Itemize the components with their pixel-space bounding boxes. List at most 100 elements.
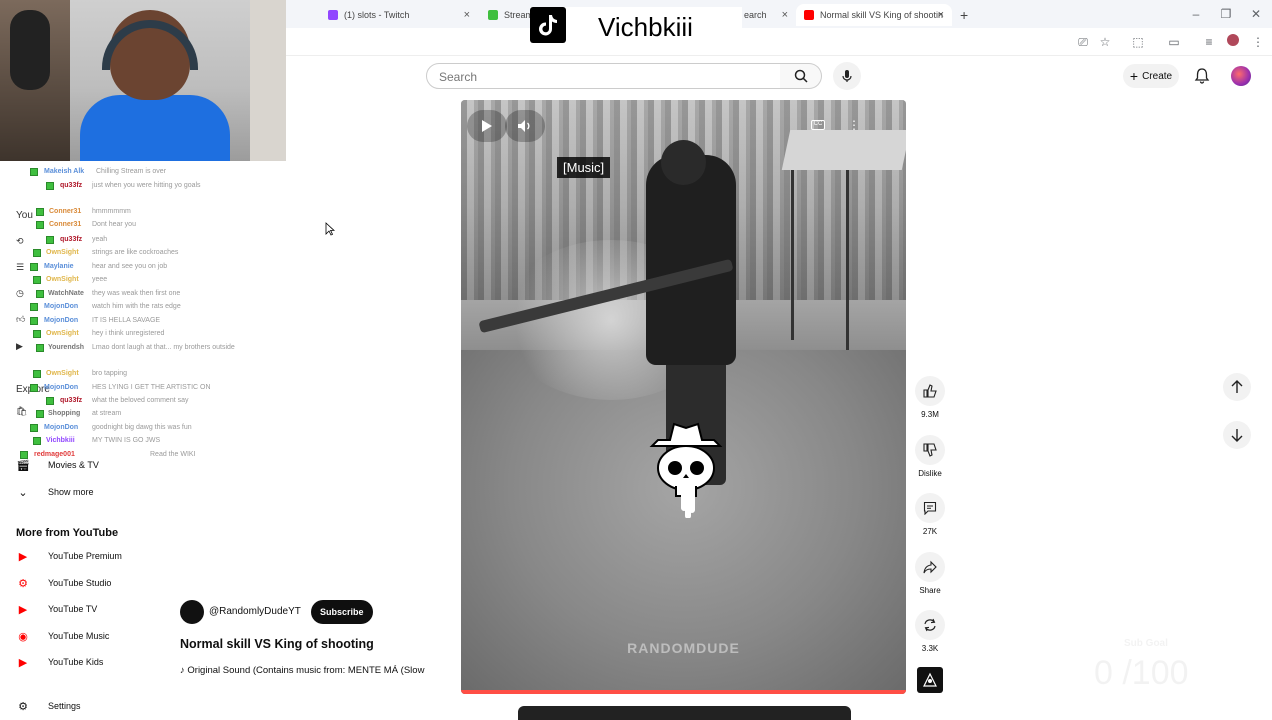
bookmark-star-icon[interactable]: ☆	[1097, 34, 1113, 50]
dislike-button[interactable]: Dislike	[915, 435, 945, 478]
sidebar-item-label: Settings	[48, 701, 81, 711]
canopy-tent	[781, 130, 906, 170]
previous-short-button[interactable]	[1223, 373, 1251, 401]
thumbs-down-icon	[923, 443, 937, 457]
split-view-icon[interactable]: ▭	[1166, 34, 1182, 50]
sidebar-item-youtube-tv[interactable]: ▶ YouTube TV	[16, 599, 97, 619]
chat-username: redmage001	[34, 451, 75, 458]
chat-text: yeah	[92, 236, 108, 243]
sidebar-item-youtube-studio[interactable]: ⚙ YouTube Studio	[16, 573, 111, 593]
yt-tv-icon: ▶	[18, 603, 28, 616]
chat-username: OwnSight	[46, 276, 79, 283]
chat-message: Conner31 hmmmmmm	[0, 206, 240, 219]
chat-username: WatchNate	[48, 290, 84, 297]
chat-badge-icon	[30, 384, 38, 392]
subscribe-button[interactable]: Subscribe	[311, 600, 373, 624]
stream-icon	[488, 10, 498, 20]
sound-thumbnail-icon	[923, 672, 937, 687]
chat-text: HES LYING I GET THE ARTISTIC ON	[92, 384, 211, 391]
chat-text: just when you were hitting yo goals	[92, 182, 201, 189]
chat-message: redmage001 Read the WIKI	[0, 449, 240, 462]
chat-badge-icon	[20, 451, 28, 459]
close-window-icon[interactable]: ✕	[1248, 6, 1264, 22]
browser-menu-icon[interactable]: ⋮	[1250, 34, 1266, 50]
sound-thumbnail-button[interactable]	[915, 667, 945, 693]
volume-button[interactable]	[505, 110, 545, 142]
tab-youtube[interactable]: Normal skill VS King of shootin ×	[796, 4, 952, 26]
close-tab-icon[interactable]: ×	[938, 9, 944, 21]
chat-username: qu33fz	[60, 182, 83, 189]
like-button[interactable]: 9.3M	[915, 376, 945, 419]
chat-text: bro tapping	[92, 370, 128, 377]
chat-username: Conner31	[49, 208, 82, 215]
mouse-cursor-icon	[325, 222, 335, 236]
channel-name[interactable]: @RandomlyDudeYT	[209, 606, 301, 617]
close-tab-icon[interactable]: ×	[782, 9, 788, 21]
chat-text: what the beloved comment say	[92, 397, 189, 404]
chat-badge-icon	[33, 276, 41, 284]
minimize-icon[interactable]: –	[1188, 6, 1204, 22]
sidebar-item-label: YouTube Music	[48, 631, 110, 641]
sidebar-show-more[interactable]: ⌄ Show more	[16, 482, 94, 502]
chat-text: yeee	[92, 276, 108, 283]
sidebar-item-youtube-music[interactable]: ◉ YouTube Music	[16, 626, 109, 646]
account-avatar[interactable]	[1231, 66, 1251, 86]
sidebar-item-youtube-kids[interactable]: ▶ YouTube Kids	[16, 652, 104, 672]
media-icon[interactable]: ≡	[1201, 34, 1217, 50]
chat-text: IT IS HELLA SAVAGE	[92, 317, 161, 324]
channel-avatar[interactable]	[180, 600, 204, 624]
chat-username: Shopping	[48, 410, 81, 417]
video-title[interactable]: Normal skill VS King of shooting	[180, 637, 374, 651]
more-options-icon[interactable]: ⋮	[848, 118, 860, 132]
new-tab-button[interactable]: +	[952, 4, 972, 26]
sidebar-item-settings[interactable]: ⚙ Settings	[16, 696, 81, 716]
tiktok-banner: Vichbkiii	[530, 7, 742, 45]
twitch-icon	[328, 10, 338, 20]
tab-search[interactable]: earch ×	[736, 4, 796, 26]
remix-button[interactable]: 3.3K	[915, 610, 945, 653]
chat-message: MojonDon IT IS HELLA SAVAGE	[0, 315, 240, 328]
chat-username: Vichbkiii	[46, 437, 75, 444]
tab-twitch[interactable]: (1) slots - Twitch ×	[320, 4, 478, 26]
chat-badge-icon	[36, 344, 44, 352]
maximize-icon[interactable]: ❐	[1218, 6, 1234, 22]
search-button[interactable]	[780, 63, 822, 89]
chat-text: watch him with the rats edge	[92, 303, 181, 310]
yt-premium-icon: ▶	[18, 550, 28, 563]
chat-badge-icon	[46, 236, 54, 244]
comments-count: 27K	[922, 527, 938, 536]
chat-text: Lmao dont laugh at that... my brothers o…	[92, 344, 235, 351]
video-sound-link[interactable]: ♪ Original Sound (Contains music from: M…	[180, 665, 452, 676]
streamer-webcam	[0, 0, 286, 161]
create-button[interactable]: + Create	[1123, 64, 1179, 88]
search-icon	[794, 69, 808, 83]
sidebar-item-youtube-premium[interactable]: ▶ YouTube Premium	[16, 546, 122, 566]
chat-badge-icon	[46, 397, 54, 405]
chat-username: MojonDon	[44, 384, 79, 391]
cast-icon[interactable]: ⎚	[1075, 34, 1091, 50]
chat-message: OwnSight strings are like cockroaches	[0, 247, 240, 260]
notifications-button[interactable]	[1194, 67, 1210, 89]
share-button[interactable]: Share	[915, 552, 945, 595]
chat-text: Read the WIKI	[150, 451, 196, 458]
chat-badge-icon	[30, 263, 38, 271]
search-input[interactable]: Search	[426, 63, 781, 89]
profile-icon[interactable]	[1225, 34, 1241, 50]
shorts-video-player[interactable]: CC ⋮ [Music] RANDOMDUDE	[461, 100, 906, 694]
sidebar-item-label: Show more	[48, 487, 94, 497]
video-progress-bar[interactable]	[461, 690, 906, 694]
extensions-icon[interactable]: ⬚	[1130, 34, 1146, 50]
dislike-label: Dislike	[918, 469, 942, 478]
next-short-preview[interactable]	[518, 706, 851, 720]
chat-username: MojonDon	[44, 424, 79, 431]
comments-button[interactable]: 27K	[915, 493, 945, 536]
voice-search-button[interactable]	[833, 62, 861, 90]
play-button[interactable]	[467, 110, 507, 142]
chat-text: hey i think unregistered	[92, 330, 165, 337]
next-short-button[interactable]	[1223, 421, 1251, 449]
sidebar-item-label: YouTube Studio	[48, 578, 112, 588]
close-tab-icon[interactable]: ×	[464, 9, 470, 21]
chat-message: OwnSight yeee	[0, 274, 240, 287]
chat-message: qu33fz yeah	[0, 234, 240, 247]
captions-button[interactable]: CC	[811, 120, 825, 130]
